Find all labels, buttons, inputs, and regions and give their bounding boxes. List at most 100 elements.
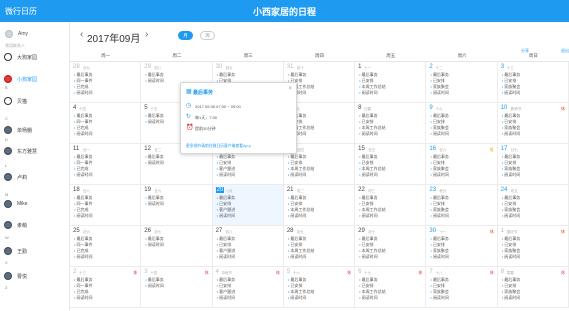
day-cell[interactable]: 23秋分最后事务已安排家族聚会阅读时间 bbox=[426, 185, 498, 226]
event-item[interactable]: 阅读时间 bbox=[430, 172, 449, 178]
event-item[interactable]: 阅读时间 bbox=[430, 131, 449, 137]
weekday-label: 周二 bbox=[172, 53, 182, 58]
day-cell[interactable]: 21初二最后事务已安排本周工作总结阅读时间 bbox=[283, 185, 356, 226]
contact-item[interactable]: 孝萌 bbox=[4, 220, 66, 230]
person-avatar bbox=[4, 272, 12, 280]
event-item[interactable]: 阅读时间 bbox=[502, 213, 520, 219]
event-item[interactable]: 阅读时间 bbox=[359, 295, 378, 301]
day-cell[interactable]: 25初六最后事务同一事件已完成阅读时间 bbox=[70, 226, 142, 267]
day-number: 19 bbox=[144, 187, 151, 193]
event-item[interactable]: 阅读时间 bbox=[74, 295, 93, 301]
day-cell[interactable]: 28初九最后事务已安排本周工作总结阅读时间 bbox=[283, 226, 356, 267]
day-cell[interactable]: 20八月最后事务已安排客户跟进阅读时间 bbox=[212, 185, 284, 226]
day-cell[interactable]: 29初十最后事务已安排本周工作总结阅读时间 bbox=[355, 226, 427, 267]
index-letter: W bbox=[5, 235, 9, 240]
event-item[interactable]: 阅读时间 bbox=[502, 90, 520, 96]
day-cell[interactable]: 8白露最后事务已安排本周工作总结阅读时间 bbox=[355, 103, 427, 144]
event-item[interactable]: 阅读时间 bbox=[359, 172, 378, 178]
contact-item[interactable]: 小狗家园 bbox=[4, 74, 66, 84]
contact-item[interactable]: 贝猫 bbox=[4, 96, 66, 106]
event-item[interactable]: 阅读时间 bbox=[359, 254, 378, 260]
event-item[interactable]: 阅读时间 bbox=[430, 254, 449, 260]
contact-item[interactable]: 大狗家园 bbox=[4, 52, 66, 62]
popup-app-link[interactable]: 更多细节请前往微日历客户端查看Ap p bbox=[186, 144, 251, 149]
day-cell[interactable]: 4十四最后事务同一事件已完成阅读时间 bbox=[70, 103, 142, 144]
event-item[interactable]: 阅读时间 bbox=[430, 90, 449, 96]
day-cell[interactable]: 9十九最后事务已安排家族聚会阅读时间 bbox=[426, 103, 498, 144]
day-cell[interactable]: 30十一休最后事务已安排家族聚会阅读时间 bbox=[426, 226, 498, 267]
event-item[interactable]: 阅读时间 bbox=[359, 131, 378, 137]
day-cell[interactable]: 28廿九最后事务同一事件已完成阅读时间 bbox=[70, 62, 142, 103]
event-item[interactable]: 阅读时间 bbox=[430, 295, 449, 301]
day-cell[interactable]: 2十二最后事务已安排家族聚会阅读时间 bbox=[426, 62, 498, 103]
day-cell[interactable]: 3十三最后事务已安排家族聚会阅读时间 bbox=[497, 62, 569, 103]
day-cell[interactable]: 24初五最后事务已安排家族聚会阅读时间 bbox=[497, 185, 569, 226]
day-cell[interactable]: 7十八休最后事务已安排家族聚会阅读时间 bbox=[426, 267, 498, 308]
event-item[interactable]: 阅读时间 bbox=[502, 131, 520, 137]
lunar-date: 寒露 bbox=[506, 271, 514, 275]
calendar-main: ‹ 2017年09月 › 月 周 分享 退出 周一 周二 周三 周四 周五 周六 周日 28… bbox=[70, 22, 569, 311]
day-cell[interactable]: 2十三休最后事务同一事件已完成阅读时间 bbox=[70, 267, 142, 308]
current-user[interactable]: Amy bbox=[5, 29, 65, 39]
day-cell[interactable]: 8寒露休最后事务已安排家族聚会阅读时间 bbox=[497, 267, 569, 308]
day-cell[interactable]: 18廿八最后事务同一事件已完成阅读时间 bbox=[70, 185, 142, 226]
event-item[interactable]: 阅读时间 bbox=[217, 295, 235, 301]
contact-item[interactable]: 单杨棚 bbox=[4, 125, 66, 135]
event-item[interactable]: 阅读时间 bbox=[502, 295, 520, 301]
contact-item[interactable]: 曹悦 bbox=[4, 271, 66, 281]
day-cell[interactable]: 15廿五最后事务已安排本周工作总结阅读时间 bbox=[355, 144, 427, 185]
event-item[interactable]: 阅读时间 bbox=[288, 213, 306, 219]
day-cell[interactable]: 6十七休最后事务已安排本周工作总结阅读时间 bbox=[355, 267, 427, 308]
contact-item[interactable]: 卢莉 bbox=[4, 172, 66, 182]
event-item[interactable]: 阅读时间 bbox=[502, 254, 520, 260]
lunar-date: 初八 bbox=[225, 230, 233, 234]
day-cell[interactable]: 26初七最后事务阅读时间 bbox=[141, 226, 213, 267]
contact-item[interactable]: Mike bbox=[4, 199, 66, 209]
day-number: 31 bbox=[286, 64, 294, 70]
event-item[interactable]: 阅读时间 bbox=[74, 131, 93, 137]
event-item[interactable]: 阅读时间 bbox=[288, 295, 306, 301]
event-item[interactable]: 阅读时间 bbox=[74, 213, 93, 219]
holiday-tag: 休 bbox=[418, 270, 423, 275]
event-item[interactable]: 阅读时间 bbox=[217, 172, 235, 178]
day-cell[interactable]: 22初三最后事务已安排本周工作总结阅读时间 bbox=[355, 185, 427, 226]
event-item[interactable]: 阅读时间 bbox=[145, 160, 164, 166]
day-number: 1 bbox=[500, 228, 505, 234]
day-cell[interactable]: 5十六休最后事务已安排本周工作总结阅读时间 bbox=[283, 267, 356, 308]
day-cell[interactable]: 11廿一最后事务同一事件已完成阅读时间 bbox=[70, 144, 142, 185]
day-cell[interactable]: 4中秋节休最后事务已安排客户跟进阅读时间 bbox=[212, 267, 284, 308]
event-item[interactable]: 阅读时间 bbox=[288, 254, 306, 260]
event-item[interactable]: 阅读时间 bbox=[502, 172, 520, 178]
event-item[interactable]: 阅读时间 bbox=[145, 242, 164, 248]
next-month-button[interactable]: › bbox=[145, 29, 148, 40]
day-cell[interactable]: 1十一最后事务已安排本周工作总结阅读时间 bbox=[355, 62, 427, 103]
contact-item[interactable]: 王勤 bbox=[4, 246, 66, 256]
event-item[interactable]: 阅读时间 bbox=[217, 254, 235, 260]
event-item[interactable]: 阅读时间 bbox=[430, 213, 449, 219]
day-cell[interactable]: 17廿七最后事务已安排家族聚会阅读时间 bbox=[497, 144, 569, 185]
week-view-tab[interactable]: 周 bbox=[200, 31, 215, 40]
day-cell[interactable]: 1国庆节休最后事务已安排家族聚会阅读时间 bbox=[497, 226, 569, 267]
day-cell[interactable]: 19廿九最后事务阅读时间 bbox=[141, 185, 213, 226]
holiday-tag: 班 bbox=[489, 147, 494, 152]
holiday-tag: 休 bbox=[560, 270, 565, 275]
event-item[interactable]: 阅读时间 bbox=[74, 172, 93, 178]
event-item[interactable]: 阅读时间 bbox=[145, 283, 164, 289]
day-cell[interactable]: 16廿六班最后事务已安排家族聚会阅读时间 bbox=[426, 144, 498, 185]
event-item[interactable]: 阅读时间 bbox=[217, 213, 235, 219]
contact-item[interactable]: 东方雅慧 bbox=[4, 146, 66, 156]
close-icon[interactable]: × bbox=[288, 86, 292, 92]
event-item[interactable]: 阅读时间 bbox=[74, 90, 93, 96]
prev-month-button[interactable]: ‹ bbox=[80, 29, 83, 40]
event-item[interactable]: 阅读时间 bbox=[359, 213, 378, 219]
event-item[interactable]: 阅读时间 bbox=[74, 254, 93, 260]
day-cell[interactable]: 10教师节休最后事务已安排家族聚会阅读时间 bbox=[497, 103, 569, 144]
event-item[interactable]: 阅读时间 bbox=[359, 90, 378, 96]
event-item[interactable]: 阅读时间 bbox=[145, 201, 164, 207]
event-item[interactable]: 阅读时间 bbox=[145, 78, 164, 84]
month-view-tab[interactable]: 月 bbox=[178, 31, 193, 40]
day-cell[interactable]: 3十四休最后事务阅读时间 bbox=[141, 267, 213, 308]
event-item[interactable]: 阅读时间 bbox=[145, 119, 164, 125]
event-item[interactable]: 阅读时间 bbox=[288, 172, 306, 178]
day-cell[interactable]: 27初八最后事务已安排客户跟进阅读时间 bbox=[212, 226, 284, 267]
